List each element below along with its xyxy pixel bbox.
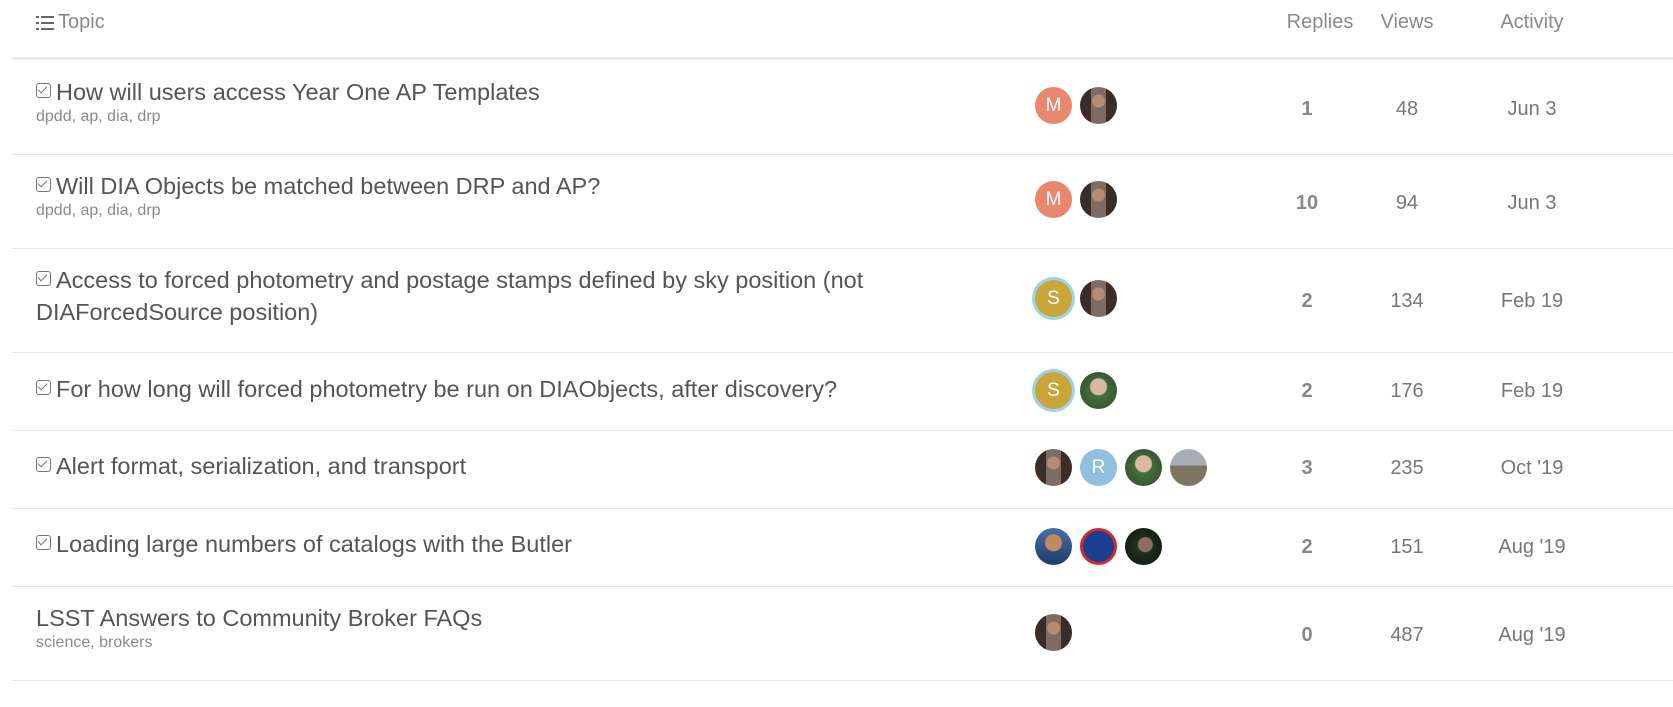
topic-posters: R	[1035, 449, 1207, 486]
topic-row[interactable]: Alert format, serialization, and transpo…	[12, 430, 1673, 509]
topic-tags[interactable]: science, brokers	[36, 634, 996, 652]
topic-title-wrap: For how long will forced photometry be r…	[36, 373, 996, 405]
avatar[interactable]	[1035, 528, 1072, 565]
topic-title-wrap: Access to forced photometry and postage …	[36, 264, 996, 328]
header-views[interactable]: Views	[1357, 11, 1457, 34]
replies-count[interactable]: 2	[1257, 380, 1357, 403]
header-topic[interactable]: Topic	[36, 11, 105, 34]
topic-title-link[interactable]: Access to forced photometry and postage …	[36, 264, 996, 328]
topic-row[interactable]: LSST Answers to Community Broker FAQs sci…	[12, 586, 1673, 681]
topic-title-wrap: Will DIA Objects be matched between DRP …	[36, 170, 996, 220]
solved-check-icon	[36, 271, 51, 286]
topic-title-link[interactable]: For how long will forced photometry be r…	[36, 373, 996, 405]
replies-count[interactable]: 2	[1257, 536, 1357, 559]
activity-date: Feb 19	[1500, 380, 1564, 402]
avatar[interactable]	[1170, 449, 1207, 486]
activity-date: Jun 3	[1507, 192, 1557, 214]
avatar-letter: M	[1045, 94, 1062, 116]
avatar[interactable]: M	[1035, 87, 1072, 124]
activity-date: Jun 3	[1507, 98, 1557, 120]
solved-check-icon	[36, 380, 51, 395]
replies-count[interactable]: 0	[1257, 624, 1357, 647]
solved-check-icon	[36, 83, 51, 98]
avatar-letter: M	[1045, 188, 1062, 210]
topic-title: Will DIA Objects be matched between DRP …	[56, 173, 601, 199]
replies-count[interactable]: 1	[1257, 98, 1357, 121]
avatar[interactable]: S	[1035, 372, 1072, 409]
activity-date: Feb 19	[1500, 290, 1564, 312]
avatar-letter: R	[1091, 456, 1106, 478]
avatar-letter: S	[1047, 287, 1060, 309]
topic-tags[interactable]: dpdd, ap, dia, drp	[36, 108, 996, 126]
header-replies[interactable]: Replies	[1270, 11, 1370, 34]
solved-check-icon	[36, 457, 51, 472]
views-count: 48	[1395, 98, 1419, 120]
replies-count[interactable]: 10	[1257, 192, 1357, 215]
list-icon	[36, 15, 54, 31]
topic-list: Topic Replies Views Activity How will us…	[12, 0, 1673, 681]
topic-row[interactable]: Loading large numbers of catalogs with t…	[12, 508, 1673, 587]
header-activity[interactable]: Activity	[1467, 11, 1597, 34]
topic-row[interactable]: For how long will forced photometry be r…	[12, 352, 1673, 431]
views-count: 176	[1390, 380, 1424, 402]
avatar[interactable]	[1125, 449, 1162, 486]
topic-posters: M	[1035, 181, 1117, 218]
avatar[interactable]	[1080, 528, 1117, 565]
views-count: 235	[1390, 457, 1424, 479]
topic-posters	[1035, 614, 1072, 651]
topic-title-link[interactable]: Loading large numbers of catalogs with t…	[36, 528, 996, 560]
activity-date: Aug '19	[1498, 536, 1566, 558]
topic-title: Alert format, serialization, and transpo…	[56, 453, 467, 479]
activity-date: Oct '19	[1500, 457, 1564, 479]
topic-posters: S	[1035, 280, 1117, 317]
avatar[interactable]: M	[1035, 181, 1072, 218]
topic-row[interactable]: Access to forced photometry and postage …	[12, 248, 1673, 353]
avatar[interactable]: S	[1035, 280, 1072, 317]
topic-title-wrap: Loading large numbers of catalogs with t…	[36, 528, 996, 560]
avatar[interactable]	[1035, 614, 1072, 651]
topic-posters: M	[1035, 87, 1117, 124]
topic-tags[interactable]: dpdd, ap, dia, drp	[36, 202, 996, 220]
topic-title-wrap: LSST Answers to Community Broker FAQs sci…	[36, 602, 996, 652]
avatar[interactable]	[1080, 280, 1117, 317]
topic-title-wrap: How will users access Year One AP Templa…	[36, 76, 996, 126]
topic-title: Access to forced photometry and postage …	[36, 267, 864, 325]
header-topic-label: Topic	[58, 11, 105, 33]
replies-count[interactable]: 2	[1257, 290, 1357, 313]
topic-title: How will users access Year One AP Templa…	[56, 79, 540, 105]
topic-posters: S	[1035, 372, 1117, 409]
topic-title-link[interactable]: How will users access Year One AP Templa…	[36, 76, 996, 108]
solved-check-icon	[36, 535, 51, 550]
avatar[interactable]	[1035, 449, 1072, 486]
topic-row[interactable]: Will DIA Objects be matched between DRP …	[12, 154, 1673, 249]
topic-title: For how long will forced photometry be r…	[56, 376, 838, 402]
topic-title: Loading large numbers of catalogs with t…	[56, 531, 573, 557]
avatar[interactable]	[1080, 87, 1117, 124]
avatar[interactable]	[1125, 528, 1162, 565]
avatar[interactable]	[1080, 372, 1117, 409]
topic-title-link[interactable]: LSST Answers to Community Broker FAQs	[36, 602, 996, 634]
avatar[interactable]	[1080, 181, 1117, 218]
avatar-letter: S	[1047, 379, 1060, 401]
views-count: 151	[1390, 536, 1424, 558]
solved-check-icon	[36, 177, 51, 192]
topic-title-link[interactable]: Will DIA Objects be matched between DRP …	[36, 170, 996, 202]
activity-date: Aug '19	[1498, 624, 1566, 646]
views-count: 487	[1390, 624, 1424, 646]
topic-title: LSST Answers to Community Broker FAQs	[36, 605, 483, 631]
topic-row[interactable]: How will users access Year One AP Templa…	[12, 60, 1673, 155]
views-count: 134	[1390, 290, 1424, 312]
avatar[interactable]: R	[1080, 449, 1117, 486]
topic-title-link[interactable]: Alert format, serialization, and transpo…	[36, 450, 996, 482]
topic-list-header: Topic Replies Views Activity	[12, 0, 1673, 60]
topic-title-wrap: Alert format, serialization, and transpo…	[36, 450, 996, 482]
replies-count[interactable]: 3	[1257, 457, 1357, 480]
views-count: 94	[1395, 192, 1419, 214]
topic-posters	[1035, 528, 1162, 565]
